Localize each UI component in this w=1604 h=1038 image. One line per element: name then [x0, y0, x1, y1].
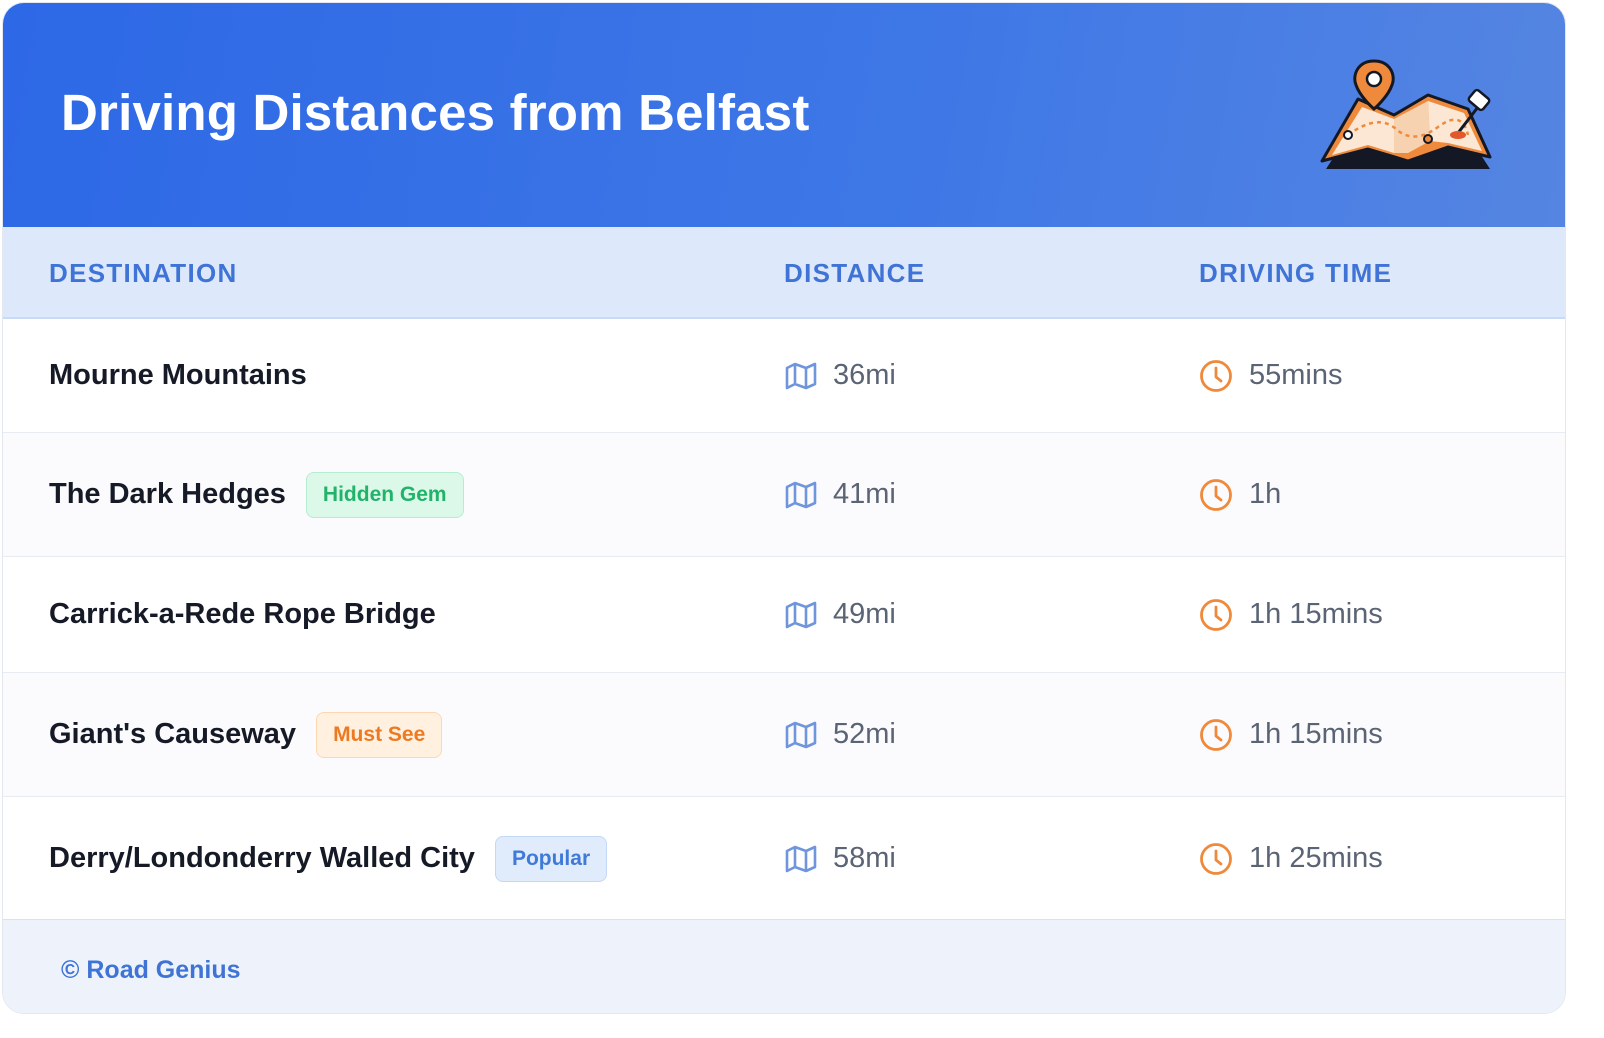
distance-value: 58mi — [833, 842, 896, 874]
driving-time-value: 55mins — [1249, 359, 1343, 391]
driving-time-value: 1h 15mins — [1249, 718, 1383, 750]
destination-name: Derry/Londonderry Walled City — [49, 842, 475, 874]
destination-cell: Derry/Londonderry Walled City Popular — [49, 797, 608, 920]
clock-icon — [1200, 718, 1232, 751]
map-icon — [785, 601, 817, 628]
driving-time-value: 1h 15mins — [1249, 598, 1383, 630]
destination-cell: Mourne Mountains — [49, 319, 307, 432]
destination-cell: The Dark Hedges Hidden Gem — [49, 433, 464, 556]
table-row: Derry/Londonderry Walled City Popular 58… — [3, 797, 1565, 921]
map-icon — [785, 845, 817, 872]
footer: © Road Genius — [3, 919, 1565, 1013]
clock-icon — [1200, 842, 1232, 875]
distance-value: 49mi — [833, 598, 896, 630]
page-title: Driving Distances from Belfast — [61, 84, 810, 141]
header-banner: Driving Distances from Belfast — [3, 3, 1565, 227]
distance-cell: 52mi — [785, 673, 896, 796]
distance-value: 41mi — [833, 478, 896, 510]
driving-time-cell: 55mins — [1199, 319, 1343, 432]
distance-cell: 41mi — [785, 433, 896, 556]
table-row: The Dark Hedges Hidden Gem 41mi 1h — [3, 433, 1565, 557]
clock-icon — [1200, 598, 1232, 631]
driving-time-cell: 1h 25mins — [1199, 797, 1383, 920]
destination-name: Giant's Causeway — [49, 718, 297, 750]
driving-time-value: 1h 25mins — [1249, 842, 1383, 874]
destination-cell: Giant's Causeway Must See — [49, 673, 443, 796]
distance-cell: 58mi — [785, 797, 896, 920]
map-icon — [785, 362, 817, 389]
footer-credit: © Road Genius — [61, 956, 241, 984]
map-icon — [785, 481, 817, 508]
destination-name: Carrick-a-Rede Rope Bridge — [49, 598, 436, 630]
driving-time-cell: 1h 15mins — [1199, 673, 1383, 796]
clock-icon — [1200, 478, 1232, 511]
destination-badge: Popular — [494, 835, 608, 882]
table-header: DESTINATION DISTANCE DRIVING TIME — [3, 227, 1565, 319]
distance-value: 36mi — [833, 359, 896, 391]
destination-badge: Must See — [316, 711, 443, 758]
column-header-distance: DISTANCE — [784, 258, 926, 288]
map-with-pins-icon — [1320, 59, 1492, 169]
map-icon — [785, 721, 817, 748]
distance-value: 52mi — [833, 718, 896, 750]
clock-icon — [1200, 359, 1232, 392]
table-row: Carrick-a-Rede Rope Bridge 49mi 1h 15min… — [3, 557, 1565, 673]
distance-cell: 49mi — [785, 557, 896, 672]
driving-time-value: 1h — [1249, 478, 1282, 510]
table-row: Mourne Mountains 36mi 55mins — [3, 319, 1565, 433]
destination-name: Mourne Mountains — [49, 359, 307, 391]
destination-name: The Dark Hedges — [49, 478, 286, 510]
driving-time-cell: 1h — [1199, 433, 1281, 556]
table-body: Mourne Mountains 36mi 55mins The Dark He… — [3, 319, 1565, 921]
column-header-destination: DESTINATION — [49, 258, 238, 288]
distance-card: Driving Distances from Belfast DESTINATI… — [2, 2, 1566, 1014]
driving-time-cell: 1h 15mins — [1199, 557, 1383, 672]
table-row: Giant's Causeway Must See 52mi 1h 15mins — [3, 673, 1565, 797]
destination-cell: Carrick-a-Rede Rope Bridge — [49, 557, 436, 672]
distance-cell: 36mi — [785, 319, 896, 432]
column-header-driving-time: DRIVING TIME — [1199, 258, 1393, 288]
destination-badge: Hidden Gem — [305, 471, 464, 518]
